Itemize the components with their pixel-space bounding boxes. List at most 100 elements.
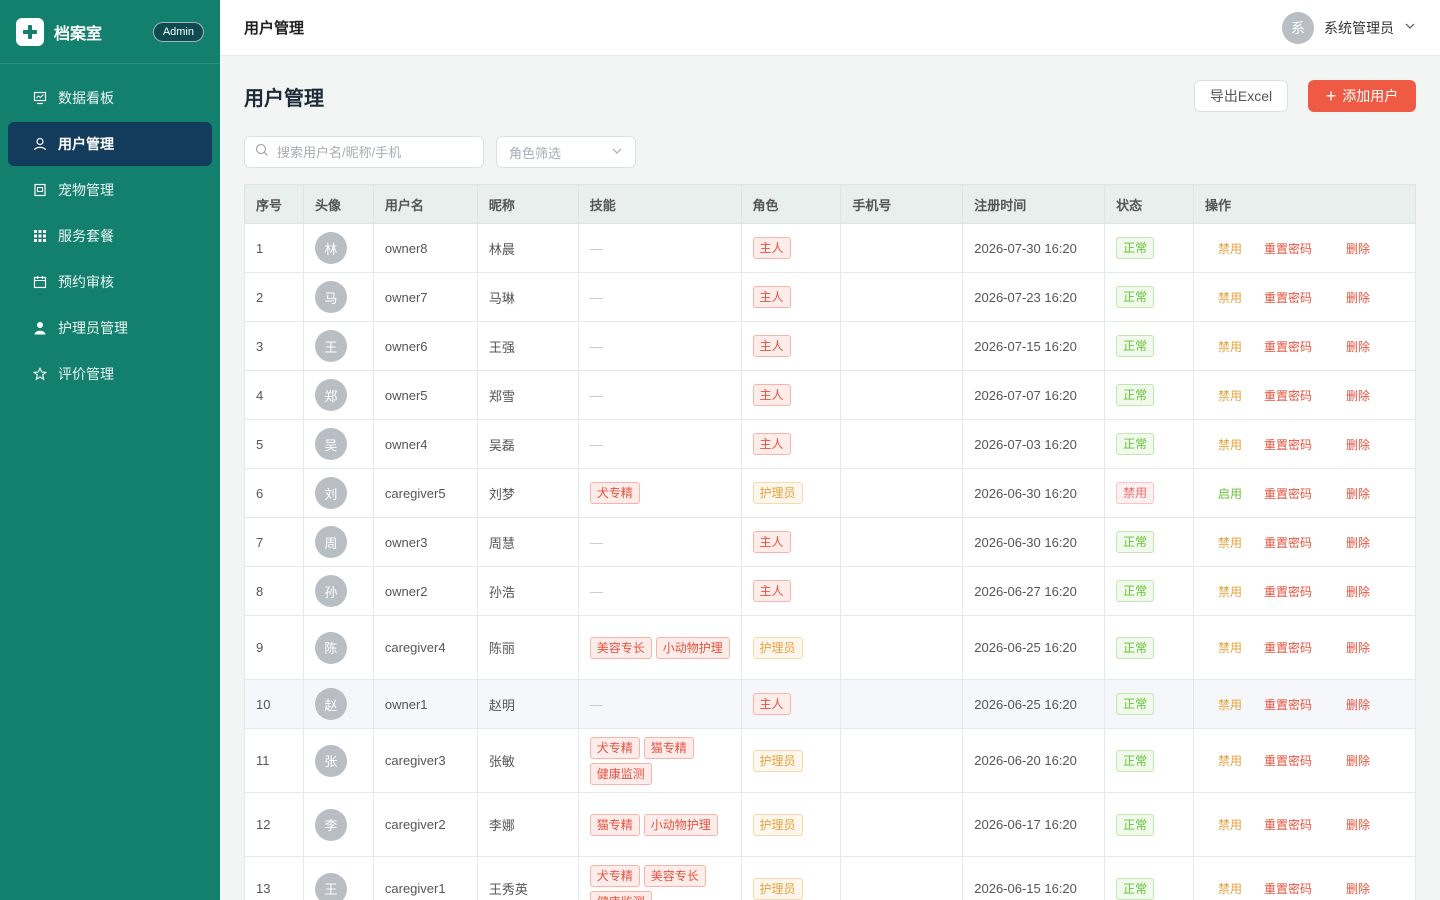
delete-link[interactable]: 删除 (1346, 436, 1370, 453)
sidebar-item[interactable]: 预约审核 (8, 260, 212, 304)
actions-cell: 禁用 重置密码 删除 (1193, 321, 1416, 371)
role-cell: 护理员 (740, 468, 842, 518)
role-cell: 护理员 (740, 856, 842, 900)
skills-cell: — (577, 566, 742, 616)
chevron-down-icon (1404, 19, 1416, 37)
reset-password-link[interactable]: 重置密码 (1264, 240, 1346, 257)
enable-link[interactable]: 启用 (1206, 485, 1264, 502)
skill-tag: 小动物护理 (643, 813, 718, 836)
skills-cell: — (577, 370, 742, 420)
brand-name: 档案室 (54, 25, 103, 43)
actions-cell: 禁用 重置密码 删除 (1193, 856, 1416, 900)
reset-password-link[interactable]: 重置密码 (1264, 752, 1346, 769)
skills-cell: — (577, 272, 742, 322)
reset-password-link[interactable]: 重置密码 (1264, 816, 1346, 833)
table-row: 11 张 caregiver3 张敏 犬专精 猫专精健康监测 护理员 2026-06-20 1… (244, 728, 1416, 793)
register-time-cell: 2026-06-30 16:20 (962, 468, 1106, 518)
disable-link[interactable]: 禁用 (1206, 534, 1264, 551)
reset-password-link[interactable]: 重置密码 (1264, 696, 1346, 713)
delete-link[interactable]: 删除 (1346, 816, 1370, 833)
register-time-cell: 2026-06-15 16:20 (962, 856, 1106, 900)
empty-dash: — (589, 696, 603, 712)
phone-cell (840, 728, 964, 793)
delete-link[interactable]: 删除 (1346, 880, 1370, 897)
export-excel-button[interactable]: 导出Excel (1194, 80, 1288, 112)
avatar-cell: 周 (302, 517, 374, 567)
username-cell: caregiver5 (372, 468, 478, 518)
nickname-cell: 王秀英 (476, 856, 579, 900)
nickname-cell: 李娜 (476, 792, 579, 857)
reset-password-link[interactable]: 重置密码 (1264, 289, 1346, 306)
status-cell: 正常 (1104, 370, 1194, 420)
reset-password-link[interactable]: 重置密码 (1264, 387, 1346, 404)
avatar: 赵 (314, 688, 347, 720)
disable-link[interactable]: 禁用 (1206, 338, 1264, 355)
delete-link[interactable]: 删除 (1346, 338, 1370, 355)
disable-link[interactable]: 禁用 (1206, 583, 1264, 600)
role-filter-select[interactable]: 角色筛选 (496, 136, 636, 168)
status-cell: 正常 (1104, 517, 1194, 567)
nickname-cell: 王强 (476, 321, 579, 371)
table-header-row: 序号 头像 用户名 昵称 技能 角色 手机号 注册时间 状态 操作 (244, 184, 1416, 224)
user-table: 序号 头像 用户名 昵称 技能 角色 手机号 注册时间 状态 操作 1 林 owner8 林晨 — 主人 20… (244, 184, 1416, 900)
disable-link[interactable]: 禁用 (1206, 752, 1264, 769)
avatar-cell: 李 (302, 792, 374, 857)
user-menu[interactable]: 系 系统管理员 (1282, 11, 1416, 44)
disable-link[interactable]: 禁用 (1206, 639, 1264, 656)
delete-link[interactable]: 删除 (1346, 696, 1370, 713)
search-input[interactable] (277, 144, 473, 160)
disable-link[interactable]: 禁用 (1206, 387, 1264, 404)
disable-link[interactable]: 禁用 (1206, 696, 1264, 713)
reset-password-link[interactable]: 重置密码 (1264, 534, 1346, 551)
register-time-cell: 2026-06-27 16:20 (962, 566, 1106, 616)
username-cell: owner7 (372, 272, 478, 322)
sidebar-item[interactable]: 评价管理 (8, 352, 212, 396)
status-badge: 正常 (1116, 433, 1155, 455)
empty-dash: — (589, 436, 603, 452)
row-number: 11 (244, 728, 304, 793)
column-header: 手机号 (840, 184, 964, 224)
reset-password-link[interactable]: 重置密码 (1264, 583, 1346, 600)
sidebar-item[interactable]: 用户管理 (8, 122, 212, 166)
column-header: 昵称 (476, 184, 579, 224)
disable-link[interactable]: 禁用 (1206, 816, 1264, 833)
row-number: 1 (244, 223, 304, 273)
reset-password-link[interactable]: 重置密码 (1264, 436, 1346, 453)
delete-link[interactable]: 删除 (1346, 752, 1370, 769)
delete-link[interactable]: 删除 (1346, 387, 1370, 404)
skills-cell: 犬专精 (577, 468, 742, 518)
sidebar-item[interactable]: 数据看板 (8, 76, 212, 120)
add-user-button[interactable]: + 添加用户 (1308, 80, 1416, 112)
disable-link[interactable]: 禁用 (1206, 289, 1264, 306)
delete-link[interactable]: 删除 (1346, 639, 1370, 656)
delete-link[interactable]: 删除 (1346, 583, 1370, 600)
empty-dash: — (589, 583, 603, 599)
row-number: 12 (244, 792, 304, 857)
delete-link[interactable]: 删除 (1346, 485, 1370, 502)
status-badge: 正常 (1116, 286, 1155, 308)
delete-link[interactable]: 删除 (1346, 240, 1370, 257)
disable-link[interactable]: 禁用 (1206, 880, 1264, 897)
status-cell: 正常 (1104, 223, 1194, 273)
role-badge: 护理员 (752, 636, 803, 659)
sidebar-item[interactable]: 服务套餐 (8, 214, 212, 258)
avatar: 王 (314, 872, 347, 900)
skills-cell: — (577, 321, 742, 371)
reset-password-link[interactable]: 重置密码 (1264, 880, 1346, 897)
sidebar-item[interactable]: 宠物管理 (8, 168, 212, 212)
sidebar-item[interactable]: 护理员管理 (8, 306, 212, 350)
delete-link[interactable]: 删除 (1346, 534, 1370, 551)
reset-password-link[interactable]: 重置密码 (1264, 639, 1346, 656)
disable-link[interactable]: 禁用 (1206, 436, 1264, 453)
avatar-cell: 吴 (302, 419, 374, 469)
delete-link[interactable]: 删除 (1346, 289, 1370, 306)
column-header: 头像 (302, 184, 374, 224)
skill-tag: 健康监测 (589, 762, 652, 785)
reset-password-link[interactable]: 重置密码 (1264, 338, 1346, 355)
avatar: 吴 (314, 428, 347, 460)
role-cell: 护理员 (740, 728, 842, 793)
status-cell: 正常 (1104, 728, 1194, 793)
disable-link[interactable]: 禁用 (1206, 240, 1264, 257)
status-badge: 正常 (1116, 531, 1155, 553)
reset-password-link[interactable]: 重置密码 (1264, 485, 1346, 502)
